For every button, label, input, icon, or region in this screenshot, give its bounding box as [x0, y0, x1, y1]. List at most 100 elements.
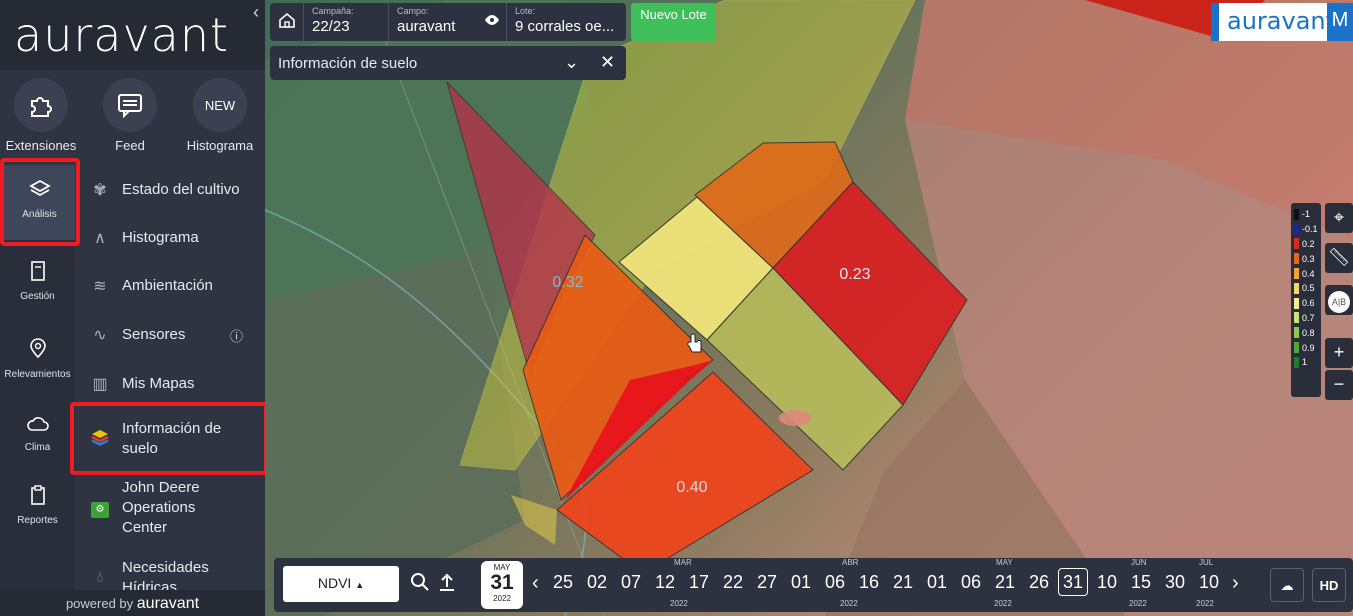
- ndvi-legend: -1 -0.1 0.2 0.3 0.4 0.5 0.6 0.7 0.8 0.9 1: [1291, 203, 1321, 397]
- index-dropdown[interactable]: NDVI ▲: [283, 566, 399, 602]
- cloud-filter-button[interactable]: ☁︎: [1270, 568, 1304, 602]
- legend-row: 0.3: [1294, 251, 1321, 266]
- date-chip[interactable]: 31: [1058, 568, 1088, 596]
- ruler-icon: 📏︎: [1327, 247, 1351, 267]
- year-label: 2022: [994, 599, 1012, 608]
- campana-value: 22/23: [312, 18, 350, 35]
- feed-label: Feed: [115, 138, 145, 153]
- legend-swatch: [1294, 327, 1299, 339]
- selected-year: 2022: [493, 594, 511, 603]
- menu-john-deere[interactable]: ⚙ John Deere Operations Center: [78, 477, 265, 539]
- year-label: 2022: [670, 599, 688, 608]
- menu-estado-del-cultivo[interactable]: ✾ Estado del cultivo: [78, 179, 265, 201]
- menu-estado-del-cultivo-label: Estado del cultivo: [122, 181, 240, 198]
- date-chip[interactable]: 02: [582, 572, 612, 593]
- menu-sensores[interactable]: ∿ Sensores ⓘ: [78, 324, 265, 346]
- extensiones-button[interactable]: Extensiones: [0, 78, 86, 153]
- legend-swatch: [1294, 356, 1299, 368]
- nuevo-lote-button[interactable]: Nuevo Lote: [631, 3, 716, 41]
- date-chip[interactable]: 30: [1160, 572, 1190, 593]
- hd-button[interactable]: HD: [1312, 568, 1346, 602]
- footer-prefix: powered by: [65, 596, 134, 611]
- user-initial[interactable]: M: [1327, 3, 1353, 41]
- field-value-label: 0.23: [839, 266, 870, 283]
- legend-value: 0.4: [1302, 268, 1315, 279]
- legend-row: -1: [1294, 207, 1321, 222]
- compare-tool[interactable]: A|B: [1325, 285, 1353, 315]
- date-chip[interactable]: 07: [616, 572, 646, 593]
- home-button[interactable]: [270, 3, 304, 41]
- year-label: 2022: [840, 599, 858, 608]
- chevron-down-icon[interactable]: ⌄: [564, 52, 579, 73]
- cloud-off-icon: ☁︎: [1280, 578, 1294, 593]
- legend-value: -0.1: [1302, 224, 1318, 235]
- measure-tool[interactable]: 📏︎: [1325, 243, 1353, 273]
- date-chip[interactable]: 21: [888, 572, 918, 593]
- date-chip[interactable]: 10: [1092, 572, 1122, 593]
- search-icon[interactable]: [410, 572, 430, 598]
- date-chip[interactable]: 01: [786, 572, 816, 593]
- chevron-right-icon[interactable]: ›: [1232, 572, 1239, 595]
- lote-value: 9 corrales oe...: [515, 18, 615, 35]
- brand-header: auravant ‹: [0, 0, 265, 70]
- zoom-out-button[interactable]: −: [1325, 370, 1353, 400]
- date-chip[interactable]: 22: [718, 572, 748, 593]
- location-pin-tool[interactable]: ⌖: [1325, 203, 1353, 233]
- menu-ambientacion[interactable]: ≋ Ambientación: [78, 275, 265, 297]
- clipboard-icon: [0, 485, 75, 511]
- menu-mis-mapas[interactable]: ▥ Mis Mapas: [78, 373, 265, 395]
- campana-selector[interactable]: Campaña: 22/23: [304, 3, 389, 41]
- ab-compare-icon: A|B: [1328, 291, 1350, 313]
- legend-value: 0.3: [1302, 253, 1315, 264]
- upload-icon[interactable]: [438, 572, 456, 598]
- date-chip[interactable]: 21: [990, 572, 1020, 593]
- satellite-map[interactable]: 0.32 0.23 0.40: [265, 0, 1353, 616]
- date-timeline: NDVI ▲ MAY 31 2022 ‹ 25 02 07 12 17 22 27 01 06 1…: [274, 558, 1353, 612]
- index-label: NDVI: [317, 575, 352, 591]
- auravant-logo: auravant: [14, 8, 230, 62]
- new-badge: NEW: [193, 78, 247, 132]
- date-chip[interactable]: 17: [684, 572, 714, 593]
- date-chip[interactable]: 06: [820, 572, 850, 593]
- close-icon[interactable]: ✕: [600, 52, 615, 73]
- legend-row: 0.4: [1294, 266, 1321, 281]
- legend-swatch: [1294, 282, 1299, 294]
- legend-value: 1: [1302, 357, 1308, 368]
- date-chip[interactable]: 10: [1194, 572, 1224, 593]
- menu-mis-mapas-label: Mis Mapas: [122, 375, 195, 392]
- eye-icon[interactable]: [484, 13, 500, 29]
- nav-clima[interactable]: Clima: [0, 415, 75, 453]
- selected-day: 31: [490, 571, 514, 594]
- histograma-quick-button[interactable]: NEW Histograma: [175, 78, 265, 153]
- date-chip[interactable]: 15: [1126, 572, 1156, 593]
- date-chip[interactable]: 26: [1024, 572, 1054, 593]
- home-icon: [278, 11, 296, 34]
- lote-selector[interactable]: Lote: 9 corrales oe...: [507, 3, 625, 41]
- legend-swatch: [1294, 208, 1299, 220]
- field-value-label: 0.32: [552, 274, 583, 291]
- info-icon[interactable]: ⓘ: [230, 326, 243, 345]
- legend-swatch: [1294, 268, 1299, 280]
- legend-swatch: [1294, 312, 1299, 324]
- date-chip[interactable]: 01: [922, 572, 952, 593]
- campo-selector[interactable]: Campo: auravant: [389, 3, 507, 41]
- chevron-left-icon[interactable]: ‹: [532, 572, 539, 595]
- date-chip[interactable]: 16: [854, 572, 884, 593]
- nav-relevamientos[interactable]: Relevamientos: [0, 337, 75, 380]
- date-chip[interactable]: 06: [956, 572, 986, 593]
- legend-value: 0.5: [1302, 283, 1315, 294]
- date-chip[interactable]: 12: [650, 572, 680, 593]
- feed-button[interactable]: Feed: [85, 78, 175, 153]
- powered-by-footer: powered by auravant: [0, 590, 265, 616]
- nav-reportes[interactable]: Reportes: [0, 485, 75, 526]
- date-chip[interactable]: 25: [548, 572, 578, 593]
- extensiones-label: Extensiones: [5, 138, 77, 153]
- date-chip[interactable]: 27: [752, 572, 782, 593]
- menu-histograma-label: Histograma: [122, 229, 199, 246]
- menu-histograma[interactable]: ∧ Histograma: [78, 227, 265, 249]
- collapse-sidebar-icon[interactable]: ‹: [253, 2, 259, 23]
- zoom-in-button[interactable]: +: [1325, 338, 1353, 368]
- nav-gestion[interactable]: Gestión: [0, 261, 75, 302]
- month-label: ABR: [842, 558, 859, 567]
- selected-date-card[interactable]: MAY 31 2022: [481, 561, 523, 609]
